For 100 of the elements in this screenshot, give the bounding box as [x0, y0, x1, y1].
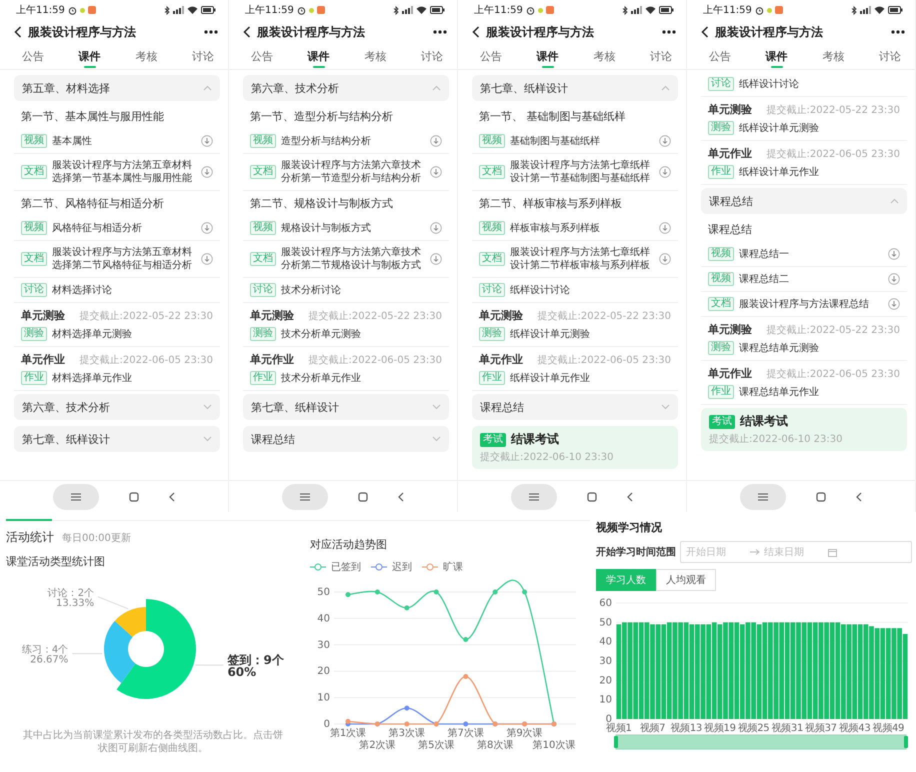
menu-button[interactable]: [282, 484, 328, 510]
tab[interactable]: 课件: [304, 44, 334, 69]
download-icon[interactable]: [430, 222, 442, 234]
legend-label[interactable]: 旷课: [443, 560, 463, 574]
back-icon[interactable]: [472, 26, 480, 38]
tab[interactable]: 讨论: [416, 44, 447, 69]
tab[interactable]: 公告: [705, 44, 735, 69]
more-icon[interactable]: [662, 30, 676, 34]
tab[interactable]: 公告: [18, 44, 48, 69]
download-icon[interactable]: [201, 222, 213, 234]
chapter-header[interactable]: 第六章、技术分析: [14, 394, 220, 420]
donut-slice[interactable]: [116, 599, 196, 699]
unit-item-title[interactable]: 材料选择单元作业: [52, 372, 213, 384]
unit-item-title[interactable]: 纸样设计单元测验: [739, 122, 900, 134]
legend-marker-icon[interactable]: [310, 563, 326, 571]
back-icon[interactable]: [243, 26, 251, 38]
chapter-header[interactable]: 课程总结: [472, 394, 678, 420]
menu-button[interactable]: [511, 484, 557, 510]
tab[interactable]: 讨论: [188, 44, 218, 69]
tab[interactable]: 考核: [818, 44, 848, 69]
resource-item[interactable]: 讨论 纸样设计讨论: [701, 72, 907, 97]
resource-item[interactable]: 视频 基础制图与基础纸样: [472, 129, 678, 154]
download-icon[interactable]: [888, 248, 900, 260]
download-icon[interactable]: [659, 166, 671, 178]
tab[interactable]: 公告: [247, 44, 277, 69]
unit-item-title[interactable]: 技术分析单元作业: [281, 372, 442, 384]
back-button[interactable]: [169, 492, 175, 502]
exam-card[interactable]: 考试 结课考试 提交截止:2022-06-10 23:30: [472, 426, 678, 469]
chapter-header[interactable]: 第七章、纸样设计: [472, 75, 678, 101]
chapter-header[interactable]: 第七章、纸样设计: [243, 394, 449, 420]
home-button[interactable]: [587, 492, 597, 502]
chapter-header[interactable]: 课程总结: [243, 426, 449, 452]
legend-marker-icon[interactable]: [371, 563, 387, 571]
back-button[interactable]: [856, 492, 862, 502]
tab[interactable]: 考核: [360, 44, 390, 69]
resource-item[interactable]: 视频 风格特征与相适分析: [14, 216, 220, 241]
chapter-header[interactable]: 第六章、技术分析: [243, 75, 449, 101]
legend-marker-icon[interactable]: [422, 563, 438, 571]
download-icon[interactable]: [430, 135, 442, 147]
resource-item[interactable]: 讨论 材料选择讨论: [14, 278, 220, 303]
chapter-header[interactable]: 课程总结: [701, 188, 907, 214]
more-icon[interactable]: [204, 30, 218, 34]
home-button[interactable]: [816, 492, 826, 502]
resource-item[interactable]: 视频 规格设计与制板方式: [243, 216, 449, 241]
resource-item[interactable]: 文档 服装设计程序与方法课程总结: [701, 292, 907, 317]
download-icon[interactable]: [430, 166, 442, 178]
tab[interactable]: 考核: [131, 44, 162, 69]
unit-item-title[interactable]: 课程总结单元作业: [739, 386, 900, 398]
unit-item-title[interactable]: 材料选择单元测验: [52, 328, 213, 340]
range-slider[interactable]: [614, 734, 908, 750]
download-icon[interactable]: [659, 253, 671, 265]
end-date-input[interactable]: 结束日期: [764, 546, 824, 558]
resource-item[interactable]: 视频 基本属性: [14, 129, 220, 154]
more-icon[interactable]: [433, 30, 447, 34]
home-button[interactable]: [358, 492, 368, 502]
resource-item[interactable]: 视频 课程总结二: [701, 267, 907, 292]
download-icon[interactable]: [659, 135, 671, 147]
chapter-header[interactable]: 第七章、纸样设计: [14, 426, 220, 452]
unit-item-title[interactable]: 纸样设计单元测验: [510, 328, 671, 340]
resource-item[interactable]: 讨论 纸样设计讨论: [472, 278, 678, 303]
download-icon[interactable]: [888, 273, 900, 285]
exam-card[interactable]: 考试 结课考试 提交截止:2022-06-10 23:30: [701, 408, 907, 451]
back-icon[interactable]: [14, 26, 22, 38]
tab[interactable]: 讨论: [874, 44, 905, 69]
resource-item[interactable]: 视频 造型分析与结构分析: [243, 129, 449, 154]
type-tag: 文档: [250, 252, 276, 266]
unit-item-title[interactable]: 课程总结单元测验: [739, 342, 900, 354]
resource-item[interactable]: 视频 课程总结一: [701, 242, 907, 267]
start-date-input[interactable]: 开始日期: [686, 546, 746, 558]
back-button[interactable]: [627, 492, 633, 502]
back-icon[interactable]: [701, 26, 709, 38]
menu-button[interactable]: [53, 484, 99, 510]
legend-label[interactable]: 已签到: [331, 560, 361, 574]
resource-item[interactable]: 视频 样板审核与系列样板: [472, 216, 678, 241]
download-icon[interactable]: [201, 253, 213, 265]
resource-item[interactable]: 讨论 技术分析讨论: [243, 278, 449, 303]
legend-label[interactable]: 迟到: [392, 560, 412, 574]
tab[interactable]: 课件: [762, 44, 792, 69]
unit-item-title[interactable]: 纸样设计单元作业: [739, 166, 900, 178]
chapter-header[interactable]: 第五章、材料选择: [14, 75, 220, 101]
download-icon[interactable]: [201, 166, 213, 178]
home-button[interactable]: [129, 492, 139, 502]
back-button[interactable]: [398, 492, 404, 502]
unit-item-title[interactable]: 技术分析单元测验: [281, 328, 442, 340]
toggle-button[interactable]: 人均观看: [656, 569, 716, 591]
donut-slice[interactable]: [104, 620, 136, 683]
menu-button[interactable]: [740, 484, 786, 510]
download-icon[interactable]: [888, 298, 900, 310]
date-range-field[interactable]: 开始日期 结束日期: [680, 541, 912, 563]
tab[interactable]: 讨论: [646, 44, 676, 69]
tab[interactable]: 公告: [476, 44, 506, 69]
tab[interactable]: 考核: [589, 44, 620, 69]
download-icon[interactable]: [201, 135, 213, 147]
download-icon[interactable]: [430, 253, 442, 265]
tab[interactable]: 课件: [74, 44, 105, 69]
download-icon[interactable]: [659, 222, 671, 234]
unit-item-title[interactable]: 纸样设计单元作业: [510, 372, 671, 384]
more-icon[interactable]: [891, 30, 905, 34]
donut-slice[interactable]: [114, 607, 146, 637]
tab[interactable]: 课件: [532, 44, 563, 69]
